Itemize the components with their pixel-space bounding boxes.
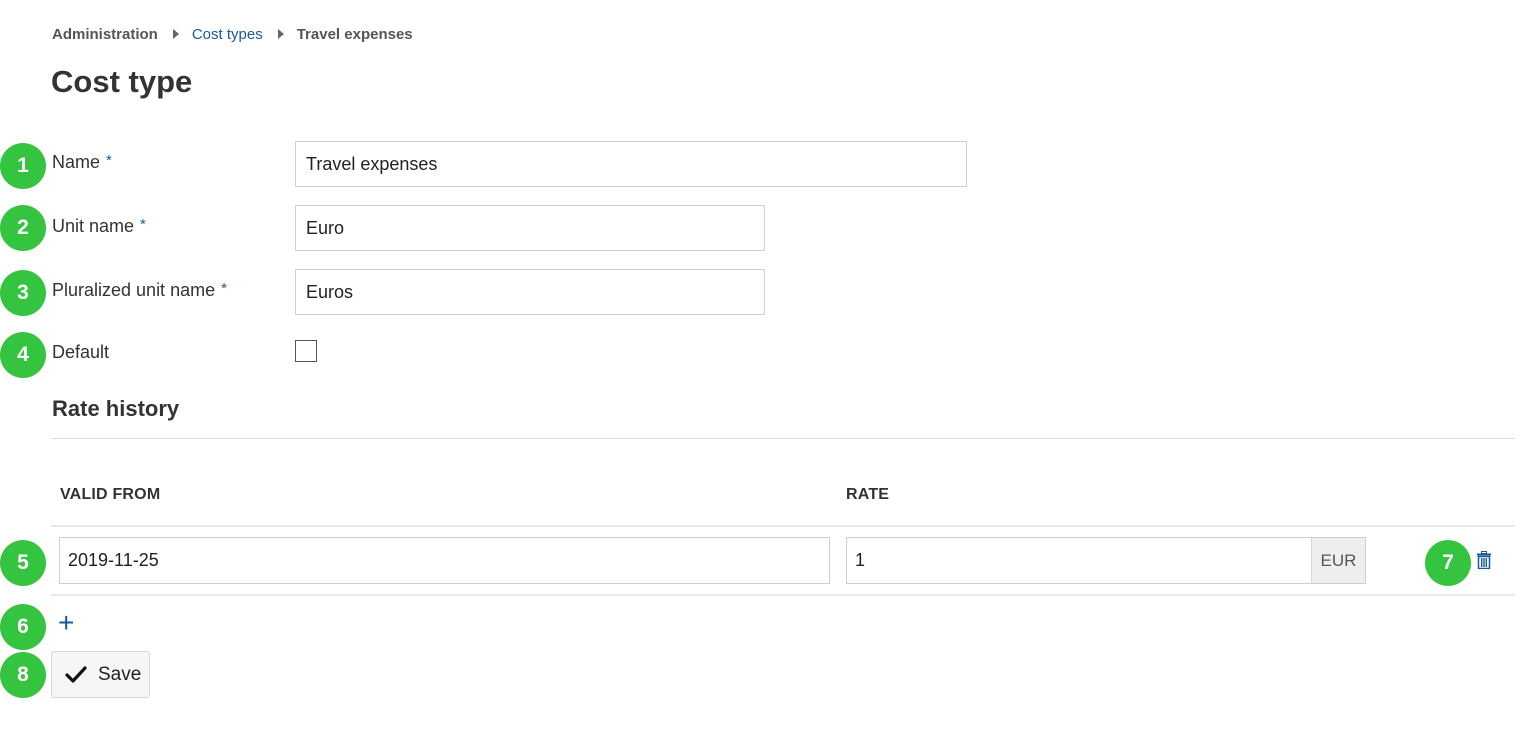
annotation-badge-4: 4 <box>0 332 46 378</box>
breadcrumb-current: Travel expenses <box>296 25 413 43</box>
table-row-divider <box>51 594 1515 596</box>
unit-name-label: Unit name * <box>52 216 146 237</box>
unit-name-input[interactable]: Euro <box>295 205 765 251</box>
unit-name-label-text: Unit name <box>52 216 135 236</box>
breadcrumb-separator-icon <box>172 29 179 39</box>
breadcrumb-cost-types[interactable]: Cost types <box>192 26 263 43</box>
trash-icon[interactable] <box>1477 551 1491 570</box>
required-marker: * <box>106 152 112 169</box>
annotation-badge-6: 6 <box>0 604 46 650</box>
save-button-label: Save <box>98 663 142 685</box>
annotation-badge-3: 3 <box>0 270 46 316</box>
rate-history-title: Rate history <box>52 396 180 421</box>
page-title: Cost type <box>51 64 193 99</box>
annotation-badge-7: 7 <box>1425 540 1471 586</box>
breadcrumb: Administration Cost types Travel expense… <box>52 24 413 44</box>
annotation-badge-8: 8 <box>0 652 46 698</box>
plural-unit-name-input[interactable]: Euros <box>295 269 765 315</box>
required-marker: * <box>140 216 146 233</box>
column-header-rate: RATE <box>846 486 890 503</box>
plural-unit-name-label-text: Pluralized unit name <box>52 280 216 300</box>
checkmark-icon <box>65 665 87 683</box>
breadcrumb-separator-icon <box>277 29 284 39</box>
plural-unit-name-label: Pluralized unit name * <box>52 280 227 301</box>
annotation-badge-1: 1 <box>0 143 46 189</box>
annotation-badge-5: 5 <box>0 540 46 586</box>
breadcrumb-administration[interactable]: Administration <box>52 26 158 43</box>
default-checkbox[interactable] <box>295 340 317 362</box>
name-input[interactable]: Travel expenses <box>295 141 967 187</box>
name-label: Name * <box>52 152 112 173</box>
add-rate-button[interactable]: + <box>58 609 80 637</box>
column-header-valid-from: VALID FROM <box>60 486 161 503</box>
required-marker: * <box>221 280 227 297</box>
valid-from-input[interactable]: 2019-11-25 <box>59 537 830 584</box>
annotation-badge-2: 2 <box>0 205 46 251</box>
default-label: Default <box>52 342 110 362</box>
table-header-divider <box>51 525 1515 527</box>
rate-input[interactable]: 1 <box>846 537 1312 584</box>
save-button[interactable]: Save <box>51 651 150 698</box>
name-label-text: Name <box>52 152 101 172</box>
section-divider <box>51 438 1515 439</box>
currency-addon: EUR <box>1311 537 1366 584</box>
